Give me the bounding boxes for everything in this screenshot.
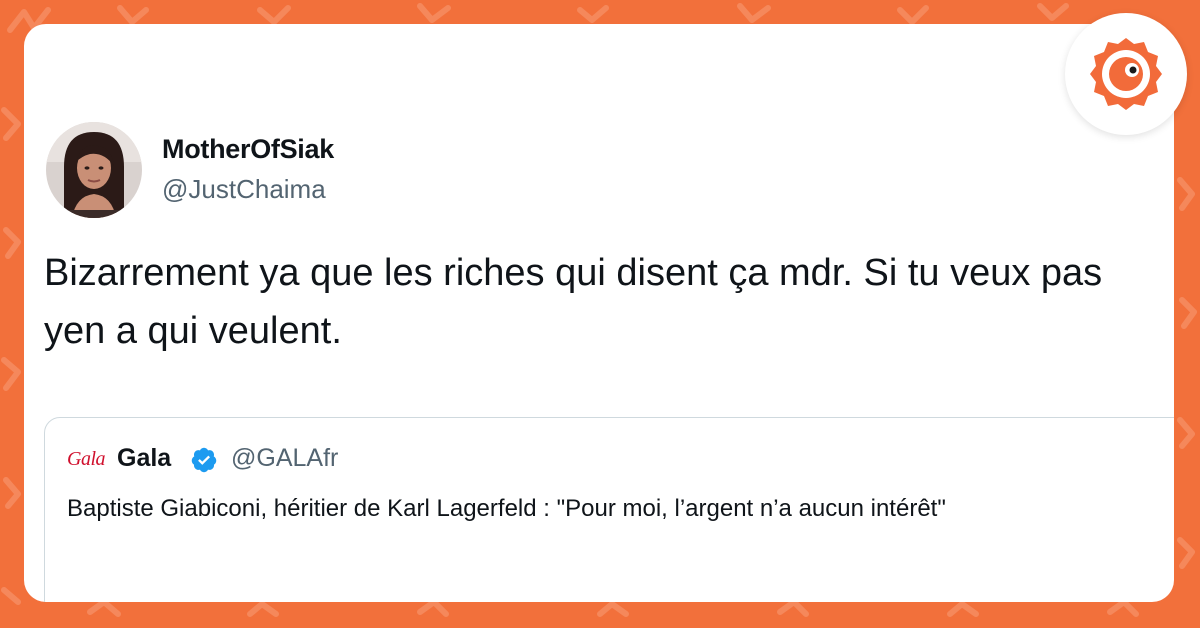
quoted-text: Baptiste Giabiconi, héritier de Karl Lag…	[67, 495, 946, 522]
tweet-text: Bizarrement ya que les riches qui disent…	[44, 252, 1103, 352]
quoted-handle[interactable]: @GALAfr	[231, 444, 338, 473]
quoted-display-name[interactable]: Gala	[117, 444, 171, 473]
gala-logo: Gala	[67, 448, 106, 470]
brand-logo-icon	[1090, 38, 1162, 110]
quoted-tweet[interactable]: Gala Gala @GALAfr Baptiste Giabiconi, hé…	[44, 417, 1174, 602]
verified-badge-icon	[191, 447, 217, 473]
tweet-card: MotherOfSiak @JustChaima Bizarrement ya …	[24, 24, 1174, 602]
tweet-handle[interactable]: @JustChaima	[162, 174, 326, 205]
tweet-display-name[interactable]: MotherOfSiak	[162, 134, 334, 165]
avatar[interactable]	[46, 122, 142, 218]
brand-badge[interactable]	[1065, 13, 1187, 135]
